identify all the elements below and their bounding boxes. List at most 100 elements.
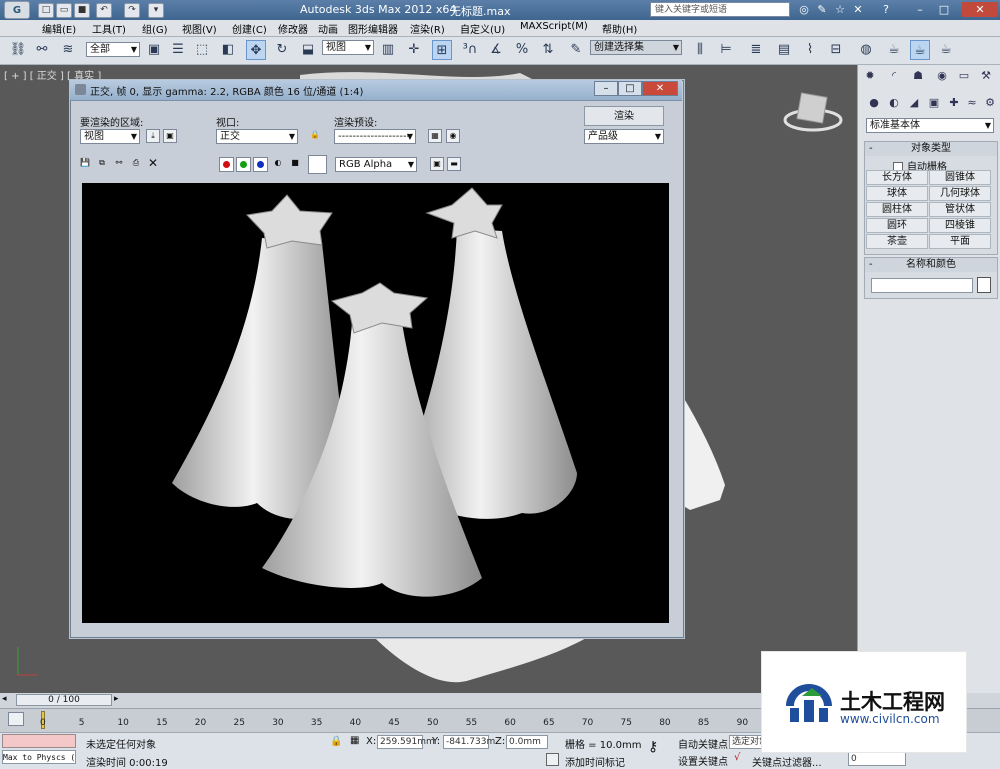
minimize-button[interactable]: –	[912, 2, 928, 17]
x-icon[interactable]: ✕	[850, 2, 866, 17]
keyboard-shortcut-override-icon[interactable]: ⊞	[432, 40, 452, 60]
spinner-snap-icon[interactable]: ⇅	[538, 40, 558, 60]
undo-icon[interactable]: ↶	[96, 3, 112, 18]
time-tag-icon[interactable]	[546, 753, 559, 766]
display-tab-icon[interactable]: ▭	[956, 68, 972, 84]
menu-modifiers[interactable]: 修改器	[278, 21, 308, 36]
key-filters-button[interactable]: 关键点过滤器...	[752, 754, 822, 769]
alpha-channel-icon[interactable]: ◐	[271, 157, 285, 171]
close-button[interactable]: ✕	[962, 2, 998, 17]
material-editor-icon[interactable]: ◍	[856, 40, 876, 60]
time-slider-next[interactable]: ▸	[114, 694, 126, 706]
menu-animation[interactable]: 动画	[318, 21, 338, 36]
menu-edit[interactable]: 编辑(E)	[42, 21, 76, 36]
object-name-field[interactable]	[871, 278, 973, 293]
absolute-mode-icon[interactable]: ▦	[350, 735, 359, 746]
tube-button[interactable]: 管状体	[929, 202, 991, 217]
binoculars-icon[interactable]: ◎	[796, 2, 812, 17]
reference-coord-dropdown[interactable]: 视图 ▼	[322, 40, 374, 55]
edit-region-icon[interactable]: ⤓	[146, 129, 160, 143]
pivot-center-icon[interactable]: ▥	[378, 40, 398, 60]
monochrome-icon[interactable]: ■	[288, 157, 302, 171]
save-icon[interactable]: ■	[74, 3, 90, 18]
add-time-tag[interactable]: 添加时间标记	[565, 754, 625, 769]
select-by-name-icon[interactable]: ☰	[168, 40, 188, 60]
quick-access-dropdown-icon[interactable]: ▾	[148, 3, 164, 18]
selection-lock-icon[interactable]: 🔒	[330, 736, 342, 747]
display-channel-dropdown[interactable]: RGB Alpha ▼	[335, 157, 417, 172]
area-to-render-dropdown[interactable]: 视图 ▼	[80, 129, 140, 144]
rotate-icon[interactable]: ↻	[272, 40, 292, 60]
save-image-icon[interactable]: 💾	[78, 157, 92, 171]
frame-window-title-bar[interactable]: 正交, 帧 0, 显示 gamma: 2.2, RGBA 颜色 16 位/通道 …	[70, 80, 682, 101]
auto-region-icon[interactable]: ▣	[163, 129, 177, 143]
menu-help[interactable]: 帮助(H)	[602, 21, 637, 36]
mini-curve-icon[interactable]	[8, 712, 24, 726]
print-icon[interactable]: ⎙	[129, 157, 143, 171]
snaps-toggle-icon[interactable]: ³∩	[460, 40, 480, 60]
named-selection-dropdown[interactable]: 创建选择集 ▼	[590, 40, 682, 55]
star-icon[interactable]: ☆	[832, 2, 848, 17]
geosphere-button[interactable]: 几何球体	[929, 186, 991, 201]
menu-rendering[interactable]: 渲染(R)	[410, 21, 445, 36]
environment-icon[interactable]: ◉	[446, 129, 460, 143]
create-tab-icon[interactable]: ✹	[862, 68, 878, 84]
menu-tools[interactable]: 工具(T)	[92, 21, 126, 36]
time-slider-thumb[interactable]: 0 / 100	[16, 694, 112, 706]
z-coordinate-field[interactable]: 0.0mm	[506, 735, 548, 749]
link-icon[interactable]: ⛓	[8, 40, 28, 60]
unlink-icon[interactable]: ⚯	[32, 40, 52, 60]
frame-close-button[interactable]: ✕	[642, 81, 678, 96]
blue-channel-toggle[interactable]	[253, 157, 268, 172]
menu-view[interactable]: 视图(V)	[182, 21, 217, 36]
time-slider-prev[interactable]: ◂	[2, 694, 14, 706]
shapes-icon[interactable]: ◐	[886, 95, 902, 111]
frame-maximize-button[interactable]: □	[618, 81, 642, 96]
render-button[interactable]: 渲染	[584, 106, 664, 126]
curve-editor-icon[interactable]: ⌇	[800, 40, 820, 60]
systems-icon[interactable]: ⚙	[982, 95, 998, 111]
mirror-icon[interactable]: ⫼	[690, 40, 710, 60]
copy-image-icon[interactable]: ⧉	[95, 157, 109, 171]
box-button[interactable]: 长方体	[866, 170, 928, 185]
plane-button[interactable]: 平面	[929, 234, 991, 249]
render-setup-small-icon[interactable]: ▦	[428, 129, 442, 143]
menu-maxscript[interactable]: MAXScript(M)	[520, 21, 588, 32]
rect-selection-icon[interactable]: ⬚	[192, 40, 212, 60]
app-logo-icon[interactable]: G	[4, 1, 30, 19]
lock-icon[interactable]: 🔒	[308, 129, 322, 143]
spacewarps-icon[interactable]: ≈	[964, 95, 980, 111]
search-input[interactable]: 键入关键字或短语	[650, 2, 790, 17]
render-production-icon[interactable]: ☕	[936, 40, 956, 60]
cylinder-button[interactable]: 圆柱体	[866, 202, 928, 217]
edit-named-selection-icon[interactable]: ✎	[566, 40, 586, 60]
toggle-ui-icon[interactable]: ▬	[447, 157, 461, 171]
motion-tab-icon[interactable]: ◉	[934, 68, 950, 84]
menu-customize[interactable]: 自定义(U)	[460, 21, 505, 36]
tools-icon[interactable]: ✎	[814, 2, 830, 17]
help-icon[interactable]: ?	[878, 2, 894, 17]
selection-filter-dropdown[interactable]: 全部 ▼	[86, 42, 140, 57]
rendered-frame-window-icon[interactable]: ☕	[910, 40, 930, 60]
object-type-header[interactable]: - 对象类型	[865, 142, 997, 156]
sphere-button[interactable]: 球体	[866, 186, 928, 201]
graphite-tools-icon[interactable]: ▤	[774, 40, 794, 60]
current-frame-field[interactable]: 0	[848, 752, 906, 766]
clear-icon[interactable]: ✕	[146, 157, 160, 171]
helpers-icon[interactable]: ✚	[946, 95, 962, 111]
frame-minimize-button[interactable]: –	[594, 81, 618, 96]
layer-manager-icon[interactable]: ≣	[746, 40, 766, 60]
object-category-dropdown[interactable]: 标准基本体 ▼	[866, 118, 994, 133]
geometry-icon[interactable]: ●	[866, 95, 882, 111]
clone-window-icon[interactable]: ⚯	[112, 157, 126, 171]
auto-key-button[interactable]: 自动关键点	[678, 736, 728, 751]
bind-spacewarp-icon[interactable]: ≋	[58, 40, 78, 60]
render-setup-icon[interactable]: ☕	[884, 40, 904, 60]
percent-snap-icon[interactable]: %	[512, 40, 532, 60]
move-icon[interactable]: ✥	[246, 40, 266, 60]
maximize-button[interactable]: □	[936, 2, 952, 17]
object-color-swatch[interactable]	[977, 277, 991, 293]
viewport-select-dropdown[interactable]: 正交 ▼	[216, 129, 298, 144]
menu-graph-editors[interactable]: 图形编辑器	[348, 21, 398, 36]
cameras-icon[interactable]: ▣	[926, 95, 942, 111]
